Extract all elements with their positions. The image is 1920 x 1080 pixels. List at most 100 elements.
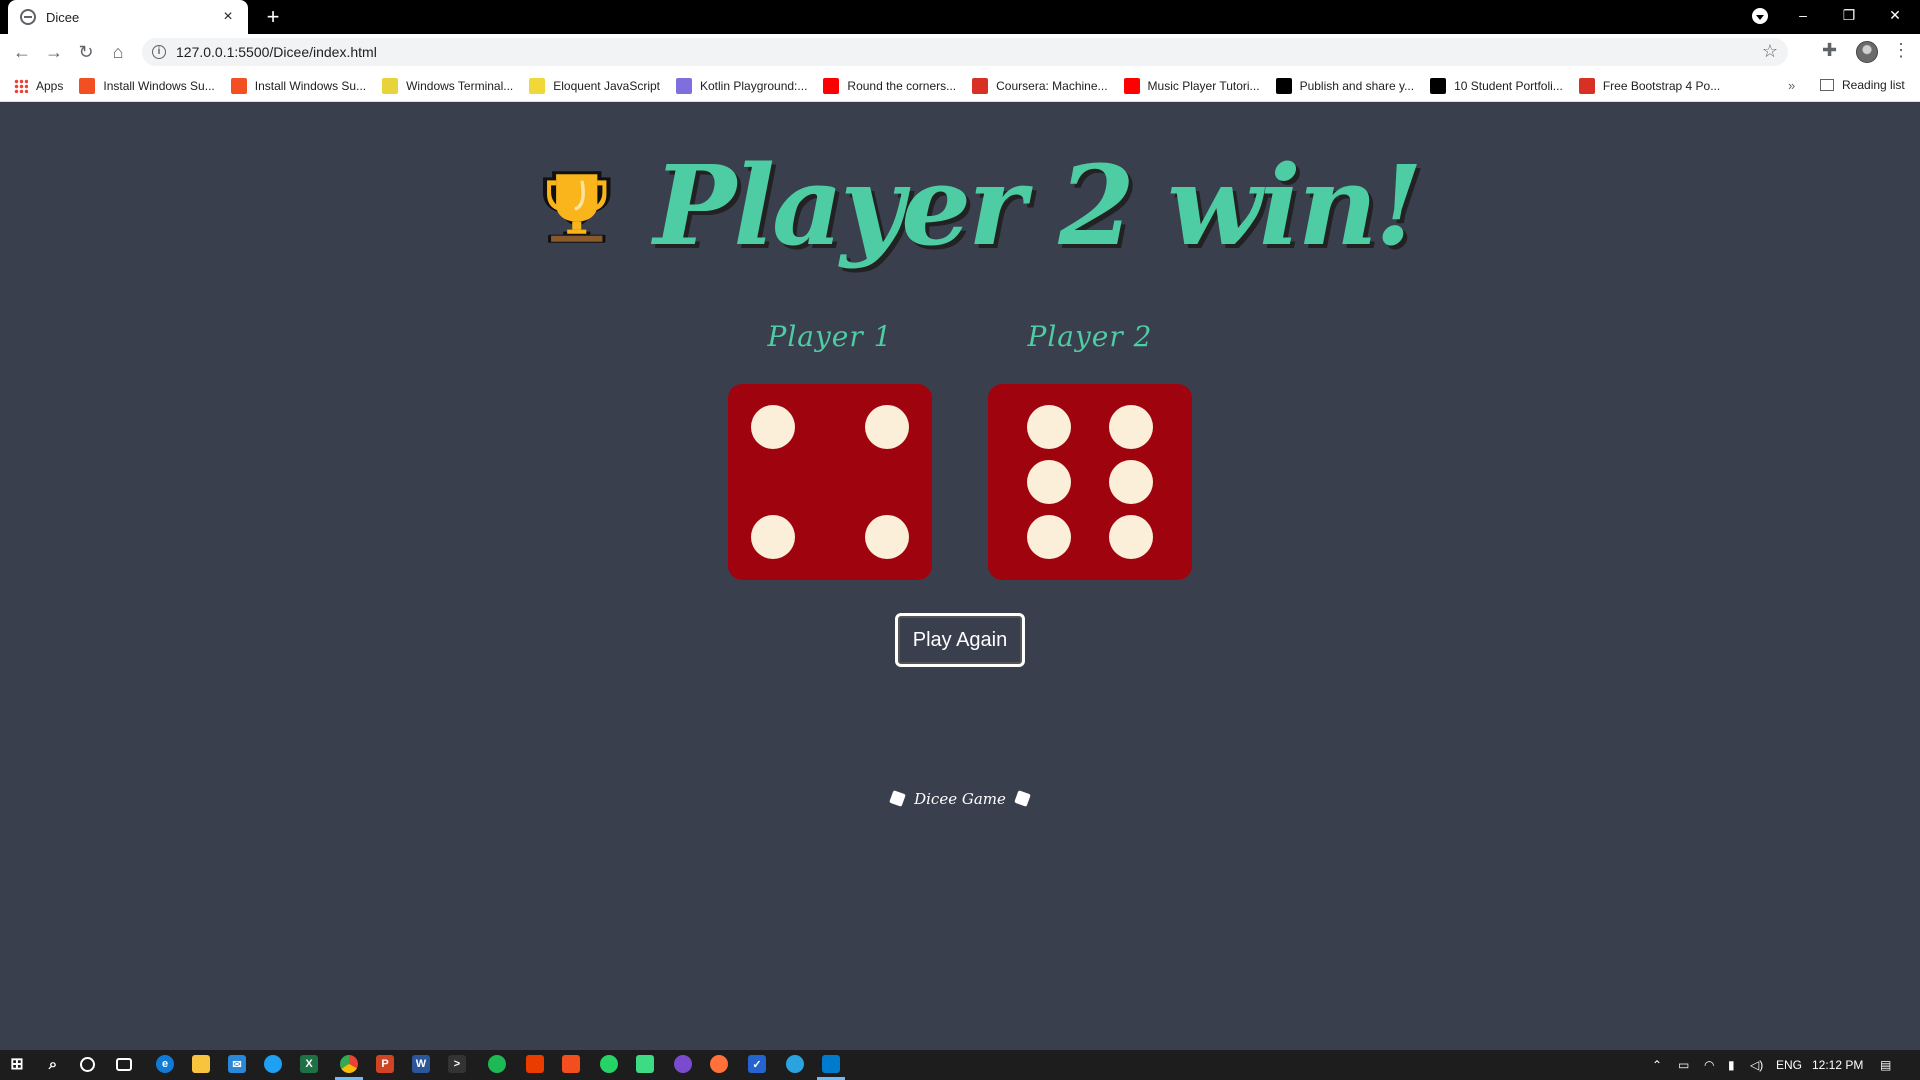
tab-close-button[interactable]: × [220, 8, 236, 26]
player-2-dice [988, 384, 1192, 580]
bookmark-star-icon[interactable]: ☆ [1762, 41, 1778, 62]
address-bar[interactable]: i 127.0.0.1:5500/Dicee/index.html ☆ [142, 38, 1788, 66]
office-icon[interactable] [526, 1055, 544, 1073]
word-icon[interactable]: W [412, 1055, 430, 1073]
notification-icon[interactable]: ▤ [1880, 1058, 1891, 1072]
bookmark-label: 10 Student Portfoli... [1454, 78, 1563, 93]
dice-pip [1027, 460, 1072, 504]
avatar[interactable] [1856, 41, 1878, 63]
bookmark-item[interactable]: Music Player Tutori... [1123, 77, 1260, 94]
windows-icon [230, 77, 247, 94]
powerpoint-icon[interactable]: P [376, 1055, 394, 1073]
android-studio-icon[interactable] [636, 1055, 654, 1073]
footer-text: Dicee Game [914, 790, 1006, 808]
forward-icon[interactable]: → [42, 40, 66, 64]
winner-title: Player 2 win! [653, 140, 1423, 270]
info-icon[interactable]: i [152, 45, 166, 59]
home-icon[interactable]: ⌂ [106, 40, 130, 64]
todo-icon[interactable]: ✓ [748, 1055, 766, 1073]
restore-button[interactable]: ❐ [1826, 0, 1872, 30]
bookmark-apps[interactable]: Apps [14, 78, 64, 93]
new-tab-button[interactable]: + [260, 4, 286, 30]
wifi-icon[interactable]: ◠ [1704, 1058, 1714, 1072]
bookmark-item[interactable]: 10 Student Portfoli... [1430, 77, 1563, 94]
bookmark-label: Free Bootstrap 4 Po... [1602, 78, 1721, 93]
play-again-button[interactable]: Play Again [895, 613, 1025, 667]
bookmark-label: Install Windows Su... [103, 78, 215, 93]
windows-icon [79, 77, 96, 94]
telegram-icon[interactable] [786, 1055, 804, 1073]
dice-pip [865, 405, 910, 450]
task-view-icon[interactable] [116, 1058, 132, 1071]
close-window-button[interactable]: ✕ [1872, 0, 1918, 30]
search-icon[interactable]: ⌕ [44, 1055, 62, 1073]
terminal-icon[interactable]: > [448, 1055, 466, 1073]
browser-menu-icon[interactable]: ⋮ [1892, 40, 1910, 61]
excel-icon[interactable]: X [300, 1055, 318, 1073]
bookmark-item[interactable]: Kotlin Playground:... [676, 77, 808, 94]
start-icon[interactable]: ⊞ [8, 1055, 26, 1073]
bookmark-item[interactable]: Round the corners... [823, 77, 957, 94]
browser-toolbar: ← → ↻ ⌂ i 127.0.0.1:5500/Dicee/index.htm… [0, 34, 1920, 70]
vscode-icon[interactable] [822, 1055, 840, 1073]
bookmark-label: Apps [36, 78, 64, 93]
apps-grid-icon [14, 78, 28, 93]
figma-icon[interactable] [562, 1055, 580, 1073]
dice-pip [750, 405, 795, 450]
medium-icon [1275, 77, 1292, 94]
chrome-icon[interactable] [340, 1055, 358, 1073]
back-icon[interactable]: ← [10, 40, 34, 64]
player-2-label: Player 2 [1027, 320, 1153, 353]
whatsapp-icon[interactable] [600, 1055, 618, 1073]
battery-icon[interactable]: ▮ [1728, 1058, 1735, 1072]
dev-icon [1430, 77, 1447, 94]
volume-icon[interactable]: ◁) [1750, 1058, 1763, 1072]
youtube-icon [1123, 77, 1140, 94]
bookmark-item[interactable]: Install Windows Su... [230, 77, 367, 94]
cortana-icon[interactable] [80, 1057, 95, 1072]
dice-pip [750, 514, 795, 559]
bookmark-item[interactable]: Eloquent JavaScript [529, 77, 660, 94]
bookmark-item[interactable]: Publish and share y... [1275, 77, 1414, 94]
bookmark-item[interactable]: Install Windows Su... [79, 77, 215, 94]
bookmark-item[interactable]: Free Bootstrap 4 Po... [1578, 77, 1721, 94]
page-content: Player 2 win! Player 1 Player 2 Play Aga… [0, 102, 1920, 1050]
app-icon[interactable] [674, 1055, 692, 1073]
firefox-icon[interactable] [710, 1055, 728, 1073]
clock[interactable]: 12:12 PM [1812, 1058, 1863, 1072]
dice-pip [1108, 514, 1153, 559]
safari-icon[interactable] [264, 1055, 282, 1073]
extensions-icon[interactable]: ✚ [1822, 40, 1837, 61]
tab-title: Dicee [46, 9, 80, 25]
mail-icon[interactable]: ✉ [228, 1055, 246, 1073]
globe-icon [20, 9, 36, 25]
bookmark-item[interactable]: Windows Terminal... [382, 77, 513, 94]
bookmark-label: Music Player Tutori... [1147, 78, 1260, 93]
trophy-icon [543, 171, 611, 243]
player-1-label: Player 1 [767, 320, 893, 353]
terminal-icon [382, 77, 399, 94]
footer: Dicee Game [0, 790, 1920, 808]
url-text[interactable]: 127.0.0.1:5500/Dicee/index.html [176, 44, 377, 60]
language-indicator[interactable]: ENG [1776, 1058, 1802, 1072]
tray-chevron-icon[interactable]: ⌃ [1652, 1058, 1662, 1072]
minimize-button[interactable]: – [1780, 0, 1826, 30]
browser-tab[interactable]: Dicee × [8, 0, 248, 34]
tray-device-icon[interactable]: ▭ [1678, 1058, 1689, 1072]
coursera-icon [972, 77, 989, 94]
dice-pip [1108, 405, 1153, 450]
bookmark-label: Install Windows Su... [254, 78, 367, 93]
bookmarks-overflow-icon[interactable]: » [1788, 78, 1795, 93]
bookmark-label: Kotlin Playground:... [700, 78, 808, 93]
dice-pip [1027, 405, 1072, 450]
bookmark-item[interactable]: Coursera: Machine... [972, 77, 1108, 94]
reload-icon[interactable]: ↻ [74, 40, 98, 64]
reading-list-button[interactable]: Reading list [1820, 78, 1905, 92]
file-explorer-icon[interactable] [192, 1055, 210, 1073]
bookmark-label: Round the corners... [847, 78, 957, 93]
profile-menu-icon[interactable] [1752, 8, 1768, 24]
windows-taskbar: ⊞ ⌕ e ✉ X P W > ✓ ⌃ ▭ ◠ ▮ ◁) ENG 12:12 P… [0, 1050, 1920, 1080]
result-heading: Player 2 win! [540, 130, 1423, 280]
edge-icon[interactable]: e [156, 1055, 174, 1073]
spotify-icon[interactable] [488, 1055, 506, 1073]
